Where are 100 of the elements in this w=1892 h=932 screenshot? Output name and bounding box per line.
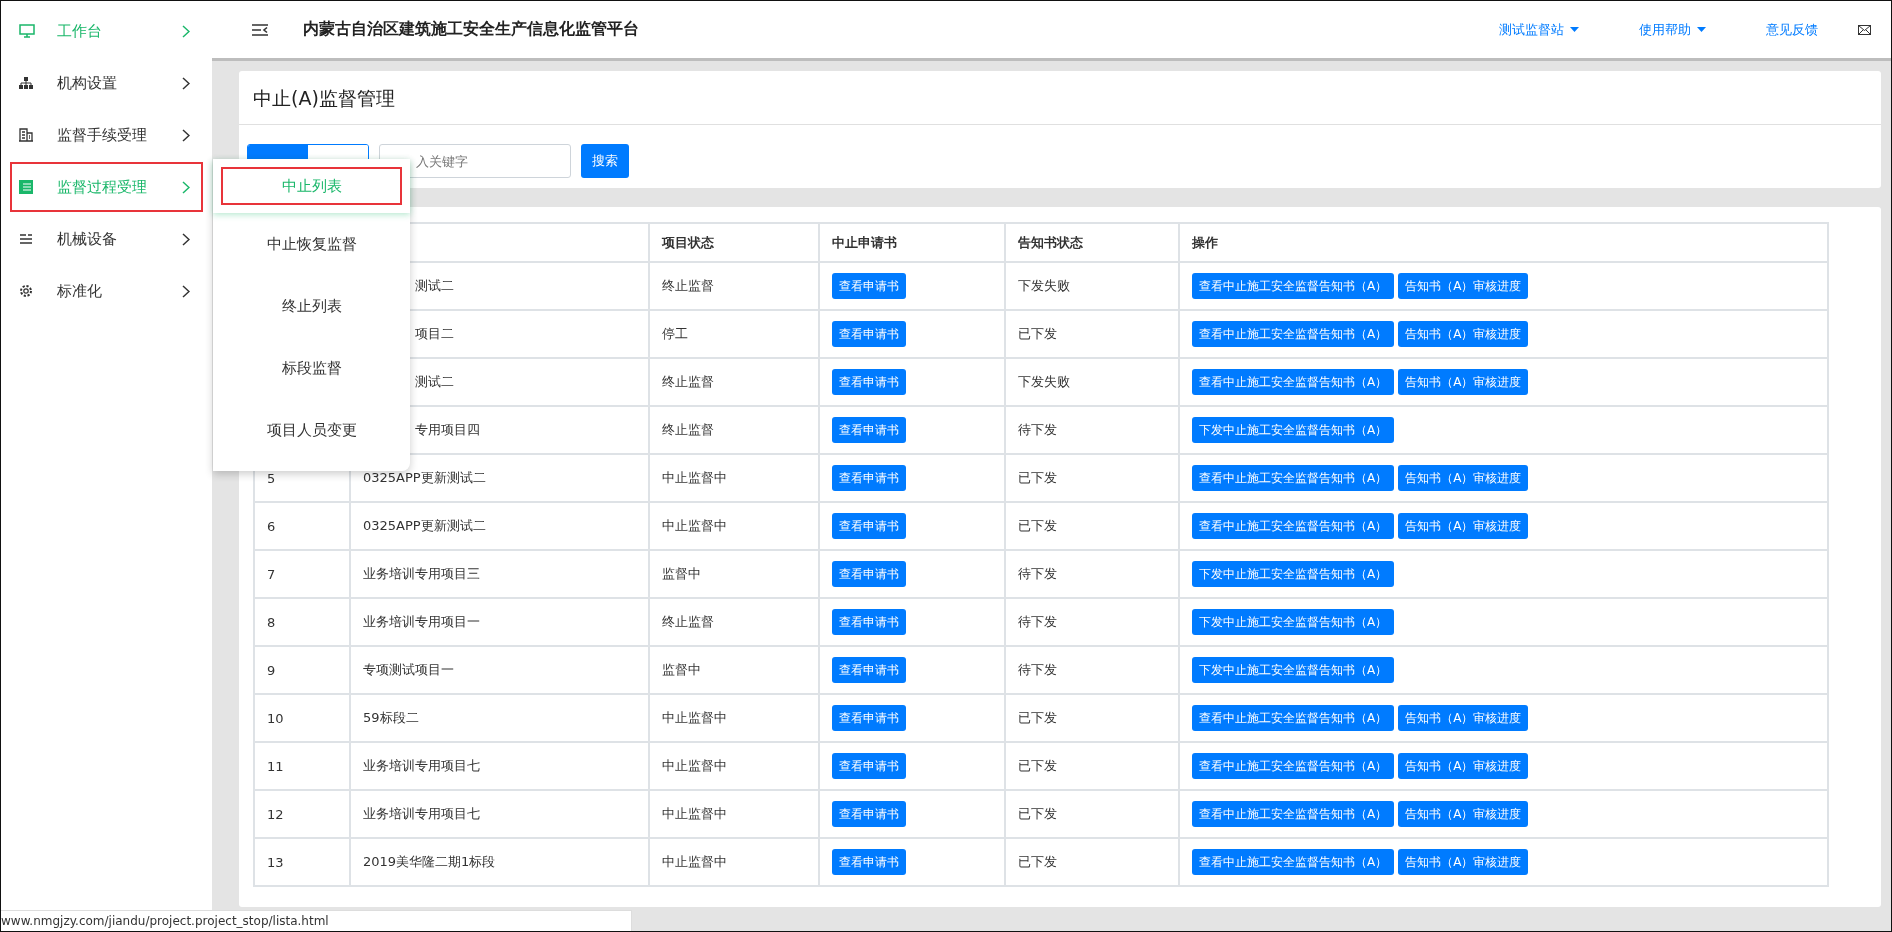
- table-cell: 终止监督: [662, 374, 714, 389]
- chevron-right-icon: [182, 232, 190, 246]
- sitemap-icon: [19, 77, 33, 89]
- table-cell: 13: [267, 854, 284, 870]
- table-cell: 0325APP更新测试二: [363, 470, 486, 485]
- view-application-button[interactable]: 查看申请书: [832, 465, 906, 491]
- action-button[interactable]: 下发中止施工安全监督告知书（A）: [1192, 609, 1395, 635]
- table-cell: 5: [267, 470, 276, 486]
- table-cell: 6: [267, 518, 276, 534]
- table-cell: 测试二: [415, 278, 454, 293]
- table-cell: 中止监督中: [662, 518, 727, 533]
- chevron-right-icon: [182, 284, 190, 298]
- caret-icon: [1697, 27, 1706, 32]
- table-cell: 中止监督中: [662, 710, 727, 725]
- sidebar-item[interactable]: 机械设备: [1, 213, 212, 265]
- menu-icon[interactable]: [252, 23, 268, 36]
- table-cell: 已下发: [1018, 326, 1057, 341]
- table-cell: 业务培训专用项目七: [363, 758, 480, 773]
- table-cell: 中止监督中: [662, 806, 727, 821]
- view-application-button[interactable]: 查看申请书: [832, 657, 906, 683]
- action-button[interactable]: 告知书（A）审核进度: [1398, 849, 1529, 875]
- view-application-button[interactable]: 查看申请书: [832, 321, 906, 347]
- column-header: 项目状态: [662, 234, 714, 250]
- action-button[interactable]: 查看中止施工安全监督告知书（A）: [1192, 705, 1395, 731]
- action-button[interactable]: 查看中止施工安全监督告知书（A）: [1192, 321, 1395, 347]
- machine-icon: [19, 233, 33, 245]
- list-icon: [19, 180, 33, 194]
- table-cell: 监督中: [662, 662, 701, 677]
- chevron-right-icon: [182, 128, 190, 142]
- table-cell: 10: [267, 710, 284, 726]
- table-cell: 待下发: [1018, 662, 1057, 677]
- table-cell: 已下发: [1018, 470, 1057, 485]
- table-cell: 待下发: [1018, 566, 1057, 581]
- action-button[interactable]: 告知书（A）审核进度: [1398, 513, 1529, 539]
- sidebar-item[interactable]: 标准化: [1, 265, 212, 317]
- action-button[interactable]: 查看中止施工安全监督告知书（A）: [1192, 753, 1395, 779]
- action-button[interactable]: 查看中止施工安全监督告知书（A）: [1192, 849, 1395, 875]
- header-menu[interactable]: 测试监督站: [1499, 20, 1579, 39]
- sidebar-item[interactable]: 工作台: [1, 5, 212, 57]
- sidebar-item[interactable]: 机构设置: [1, 57, 212, 109]
- action-button[interactable]: 告知书（A）审核进度: [1398, 321, 1529, 347]
- view-application-button[interactable]: 查看申请书: [832, 369, 906, 395]
- table-cell: 已下发: [1018, 758, 1057, 773]
- search-button[interactable]: 搜索: [581, 144, 629, 178]
- table-cell: 12: [267, 806, 284, 822]
- view-application-button[interactable]: 查看申请书: [832, 753, 906, 779]
- chevron-right-icon: [182, 24, 190, 38]
- table-cell: 终止监督: [662, 614, 714, 629]
- action-button[interactable]: 查看中止施工安全监督告知书（A）: [1192, 273, 1395, 299]
- view-application-button[interactable]: 查看申请书: [832, 801, 906, 827]
- table-cell: 2019美华隆二期1标段: [363, 854, 496, 869]
- action-button[interactable]: 告知书（A）审核进度: [1398, 801, 1529, 827]
- column-header: 告知书状态: [1018, 234, 1083, 250]
- action-button[interactable]: 下发中止施工安全监督告知书（A）: [1192, 657, 1395, 683]
- view-application-button[interactable]: 查看申请书: [832, 849, 906, 875]
- action-button[interactable]: 查看中止施工安全监督告知书（A）: [1192, 801, 1395, 827]
- search-field[interactable]: 入关键字: [379, 144, 571, 178]
- view-application-button[interactable]: 查看申请书: [832, 417, 906, 443]
- caret-icon: [1570, 27, 1579, 32]
- view-application-button[interactable]: 查看申请书: [832, 513, 906, 539]
- column-header: 操作: [1192, 234, 1218, 250]
- action-button[interactable]: 告知书（A）审核进度: [1398, 465, 1529, 491]
- table-cell: 0325APP更新测试二: [363, 518, 486, 533]
- mail-icon[interactable]: [1858, 24, 1871, 35]
- action-button[interactable]: 查看中止施工安全监督告知书（A）: [1192, 465, 1395, 491]
- action-button[interactable]: 查看中止施工安全监督告知书（A）: [1192, 369, 1395, 395]
- action-button[interactable]: 告知书（A）审核进度: [1398, 273, 1529, 299]
- table-cell: 下发失败: [1018, 278, 1070, 293]
- table-cell: 待下发: [1018, 614, 1057, 629]
- submenu-item[interactable]: 项目人员变更: [213, 399, 410, 461]
- table-cell: 测试二: [415, 374, 454, 389]
- app-title: 内蒙古自治区建筑施工安全生产信息化监管平台: [303, 19, 639, 40]
- table-cell: 项目二: [415, 326, 454, 341]
- table-cell: 监督中: [662, 566, 701, 581]
- action-button[interactable]: 查看中止施工安全监督告知书（A）: [1192, 513, 1395, 539]
- submenu-item[interactable]: 中止恢复监督: [213, 213, 410, 275]
- table-cell: 已下发: [1018, 518, 1057, 533]
- sidebar-item[interactable]: 监督手续受理: [1, 109, 212, 161]
- action-button[interactable]: 告知书（A）审核进度: [1398, 753, 1529, 779]
- action-button[interactable]: 下发中止施工安全监督告知书（A）: [1192, 417, 1395, 443]
- view-application-button[interactable]: 查看申请书: [832, 561, 906, 587]
- column-header: 中止申请书: [832, 234, 897, 250]
- submenu-item[interactable]: 终止列表: [213, 275, 410, 337]
- view-application-button[interactable]: 查看申请书: [832, 273, 906, 299]
- table-cell: 停工: [662, 326, 688, 341]
- sidebar-item[interactable]: 监督过程受理: [9, 161, 204, 213]
- view-application-button[interactable]: 查看申请书: [832, 705, 906, 731]
- table-cell: 中止监督中: [662, 854, 727, 869]
- table-cell: 59标段二: [363, 710, 419, 725]
- action-button[interactable]: 告知书（A）审核进度: [1398, 369, 1529, 395]
- action-button[interactable]: 下发中止施工安全监督告知书（A）: [1192, 561, 1395, 587]
- action-button[interactable]: 告知书（A）审核进度: [1398, 705, 1529, 731]
- table-cell: 业务培训专用项目三: [363, 566, 480, 581]
- table-cell: 终止监督: [662, 278, 714, 293]
- submenu-item[interactable]: 标段监督: [213, 337, 410, 399]
- status-url: www.nmgjzy.com/jiandu/project.project_stop/lista.html: [1, 910, 632, 931]
- chevron-right-icon: [182, 76, 190, 90]
- view-application-button[interactable]: 查看申请书: [832, 609, 906, 635]
- header-menu[interactable]: 使用帮助: [1639, 20, 1706, 39]
- header-menu[interactable]: 意见反馈: [1766, 20, 1818, 39]
